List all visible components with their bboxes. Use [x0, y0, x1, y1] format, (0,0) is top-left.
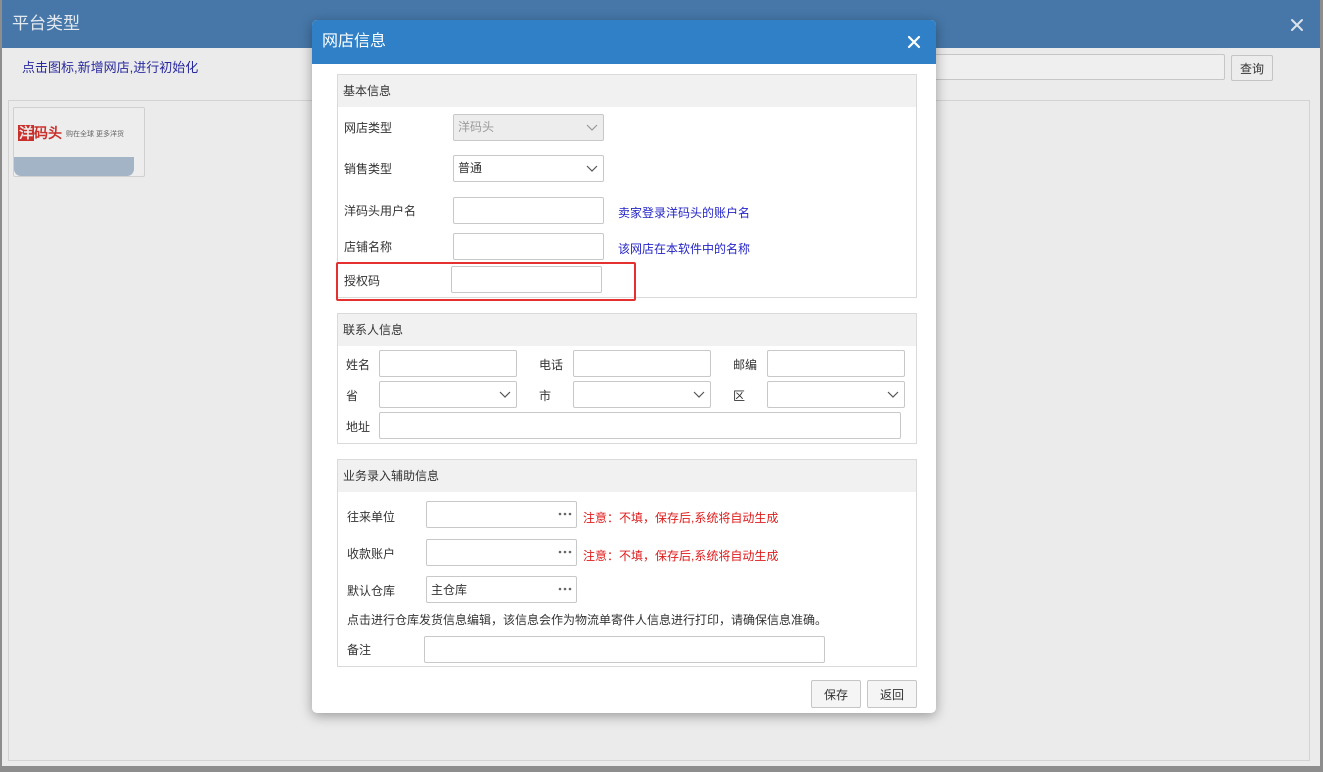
business-info-section: 业务录入辅助信息 往来单位 注意：不填，保存后,系统将自动生成 收款账户 注意：… — [337, 459, 917, 667]
account-note: 注意：不填，保存后,系统将自动生成 — [583, 549, 779, 563]
window-title: 平台类型 — [12, 14, 80, 33]
phone-label: 电话 — [539, 358, 564, 372]
more-icon[interactable] — [558, 512, 572, 516]
more-icon[interactable] — [558, 550, 572, 554]
city-label: 市 — [539, 389, 552, 403]
close-icon[interactable] — [907, 35, 921, 49]
shop-name-label: 店铺名称 — [344, 240, 393, 254]
sale-type-select[interactable]: 普通 — [453, 155, 604, 182]
more-icon[interactable] — [558, 587, 572, 591]
auth-code-label: 授权码 — [344, 274, 381, 288]
district-select[interactable] — [767, 381, 905, 408]
address-label: 地址 — [346, 420, 371, 434]
chevron-down-icon — [586, 165, 598, 173]
chevron-down-icon — [586, 124, 598, 132]
section-header: 联系人信息 — [338, 314, 916, 346]
shop-type-select[interactable]: 洋码头 — [453, 114, 604, 141]
sale-type-value: 普通 — [458, 161, 483, 175]
logo-tagline: 购在全球 更多洋货 — [66, 131, 124, 138]
basic-info-section: 基本信息 网店类型 洋码头 销售类型 普通 洋码头用户名 卖家登录洋码头的账户名… — [337, 74, 917, 298]
warehouse-picker — [426, 576, 577, 603]
city-select[interactable] — [573, 381, 711, 408]
province-select[interactable] — [379, 381, 517, 408]
account-input[interactable] — [427, 540, 552, 565]
shop-type-value: 洋码头 — [458, 120, 495, 134]
logo-wordmark: 洋码头 — [19, 125, 62, 141]
zip-input[interactable] — [767, 350, 905, 377]
phone-input[interactable] — [573, 350, 711, 377]
partner-label: 往来单位 — [347, 510, 396, 524]
shop-name-input[interactable] — [453, 233, 604, 260]
auth-code-input[interactable] — [451, 266, 602, 293]
add-shop-hint: 点击图标,新增网店,进行初始化 — [22, 60, 199, 75]
chevron-down-icon — [693, 391, 705, 399]
chevron-down-icon — [887, 391, 899, 399]
remark-input[interactable] — [424, 636, 825, 663]
dialog-title: 网店信息 — [322, 33, 387, 50]
name-label: 姓名 — [346, 358, 371, 372]
save-button[interactable]: 保存 — [811, 680, 861, 708]
username-input[interactable] — [453, 197, 604, 224]
shop-info-dialog: 网店信息 基本信息 网店类型 洋码头 销售类型 普通 洋码头用户名 卖家登录洋码… — [312, 20, 936, 713]
account-label: 收款账户 — [347, 547, 396, 561]
ymatou-logo: 洋码头 购在全球 更多洋货 — [14, 108, 144, 156]
account-picker — [426, 539, 577, 566]
warehouse-label: 默认仓库 — [347, 584, 396, 598]
platform-card-ymatou[interactable]: 洋码头 购在全球 更多洋货 — [13, 107, 145, 177]
partner-input[interactable] — [427, 502, 552, 527]
warehouse-info-text[interactable]: 点击进行仓库发货信息编辑，该信息会作为物流单寄件人信息进行打印，请确保信息准确。 — [347, 612, 827, 628]
address-input[interactable] — [379, 412, 901, 439]
province-label: 省 — [346, 389, 359, 403]
section-header: 基本信息 — [338, 75, 916, 107]
shop-type-label: 网店类型 — [344, 121, 393, 135]
remark-label: 备注 — [347, 643, 372, 657]
shop-name-hint: 该网店在本软件中的名称 — [618, 242, 751, 256]
username-label: 洋码头用户名 — [344, 204, 417, 218]
district-label: 区 — [733, 389, 746, 403]
section-header: 业务录入辅助信息 — [338, 460, 916, 492]
partner-note: 注意：不填，保存后,系统将自动生成 — [583, 511, 779, 525]
username-hint: 卖家登录洋码头的账户名 — [618, 206, 751, 220]
dialog-header: 网店信息 — [312, 20, 936, 64]
chevron-down-icon — [499, 391, 511, 399]
name-input[interactable] — [379, 350, 517, 377]
partner-picker — [426, 501, 577, 528]
contact-info-section: 联系人信息 姓名 电话 邮编 省 市 区 地址 — [337, 313, 917, 444]
sale-type-label: 销售类型 — [344, 162, 393, 176]
card-footer-bar — [14, 157, 134, 176]
close-icon[interactable] — [1290, 18, 1304, 32]
warehouse-input[interactable] — [427, 577, 552, 602]
back-button[interactable]: 返回 — [867, 680, 917, 708]
zip-label: 邮编 — [733, 358, 758, 372]
query-button[interactable]: 查询 — [1231, 55, 1273, 81]
